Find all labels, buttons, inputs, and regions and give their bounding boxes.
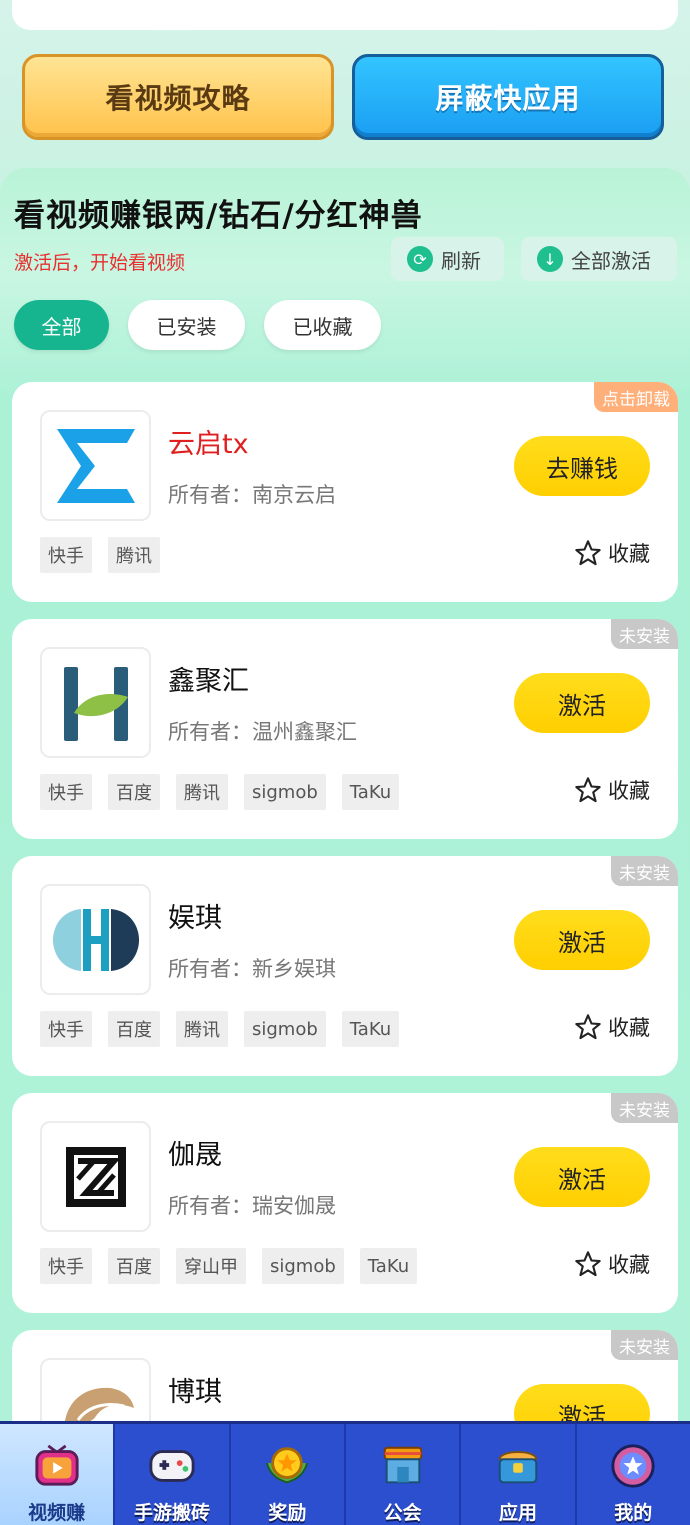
block-quick-app-button[interactable]: 屏蔽快应用 bbox=[352, 54, 664, 140]
section-title: 看视频赚银两/钻石/分红神兽 bbox=[14, 198, 423, 234]
star-icon bbox=[575, 1014, 601, 1040]
not-installed-badge: 未安装 bbox=[611, 619, 678, 649]
sdk-tag: TaKu bbox=[359, 1248, 418, 1284]
uninstall-badge[interactable]: 点击卸载 bbox=[594, 382, 678, 412]
trophy-star-icon bbox=[266, 1447, 309, 1484]
favorite-label: 收藏 bbox=[608, 1253, 650, 1277]
sdk-tag: TaKu bbox=[341, 774, 400, 810]
app-logo bbox=[40, 410, 151, 521]
sdk-tag: 百度 bbox=[108, 774, 160, 810]
favorite-label: 收藏 bbox=[608, 542, 650, 566]
app-owner: 所有者：新乡娱琪 bbox=[168, 957, 336, 981]
app-logo bbox=[40, 1121, 151, 1232]
nav-label: 奖励 bbox=[268, 1502, 307, 1524]
yuqi-logo-icon bbox=[52, 908, 139, 971]
app-card: 点击卸载 云启tx 所有者：南京云启 去赚钱 快手 腾讯 收藏 bbox=[12, 382, 678, 602]
nav-video-earn[interactable]: 视频赚 bbox=[0, 1424, 116, 1525]
app-name: 娱琪 bbox=[168, 903, 222, 934]
shop-icon bbox=[383, 1446, 422, 1484]
sdk-tag: sigmob bbox=[262, 1248, 344, 1284]
sdk-tag: 腾讯 bbox=[108, 537, 160, 573]
star-icon bbox=[575, 1251, 601, 1277]
refresh-button[interactable]: ⟳ 刷新 bbox=[391, 237, 504, 281]
bottom-nav: 视频赚 手游搬砖 奖励 公会 应用 我的 bbox=[0, 1421, 690, 1525]
activate-button[interactable]: 激活 bbox=[514, 1147, 650, 1207]
app-logo bbox=[40, 884, 151, 995]
gamepad-icon bbox=[149, 1450, 195, 1482]
yunqi-logo-icon bbox=[56, 428, 135, 503]
sdk-tag: 百度 bbox=[108, 1248, 160, 1284]
refresh-icon: ⟳ bbox=[407, 246, 433, 272]
download-icon: ↓ bbox=[537, 246, 563, 272]
favorite-button[interactable]: 收藏 bbox=[574, 1249, 650, 1279]
not-installed-badge: 未安装 bbox=[611, 1093, 678, 1123]
nav-mobile-games[interactable]: 手游搬砖 bbox=[115, 1424, 231, 1525]
sdk-tag: sigmob bbox=[244, 774, 326, 810]
sdk-tag: 腾讯 bbox=[176, 1011, 228, 1047]
favorite-button[interactable]: 收藏 bbox=[574, 775, 650, 805]
nav-label: 视频赚 bbox=[28, 1502, 86, 1524]
xinjuhui-logo-icon bbox=[63, 666, 128, 741]
tv-icon bbox=[35, 1444, 79, 1486]
section-subtitle: 激活后，开始看视频 bbox=[14, 252, 186, 274]
app-name: 鑫聚汇 bbox=[168, 666, 249, 697]
profile-badge-icon bbox=[611, 1444, 655, 1488]
nav-rewards[interactable]: 奖励 bbox=[231, 1424, 346, 1525]
top-card bbox=[12, 0, 678, 30]
nav-profile[interactable]: 我的 bbox=[577, 1424, 690, 1525]
activate-all-label: 全部激活 bbox=[571, 248, 651, 273]
not-installed-badge: 未安装 bbox=[611, 1330, 678, 1360]
app-owner: 所有者：瑞安伽晟 bbox=[168, 1194, 336, 1218]
filter-tab-favorited[interactable]: 已收藏 bbox=[264, 300, 381, 350]
sdk-tag: 穿山甲 bbox=[176, 1248, 246, 1284]
filter-tab-all[interactable]: 全部 bbox=[14, 300, 109, 350]
nav-label: 应用 bbox=[498, 1502, 537, 1524]
nav-label: 公会 bbox=[383, 1502, 422, 1524]
favorite-button[interactable]: 收藏 bbox=[574, 538, 650, 568]
app-name: 博琪 bbox=[168, 1377, 222, 1408]
sdk-tag: 快手 bbox=[40, 1248, 92, 1284]
refresh-label: 刷新 bbox=[441, 248, 481, 273]
nav-label: 手游搬砖 bbox=[133, 1502, 210, 1524]
star-icon bbox=[575, 540, 601, 566]
app-name: 云启tx bbox=[168, 429, 249, 460]
favorite-button[interactable]: 收藏 bbox=[574, 1012, 650, 1042]
not-installed-badge: 未安装 bbox=[611, 856, 678, 886]
activate-button[interactable]: 激活 bbox=[514, 673, 650, 733]
filter-tab-installed[interactable]: 已安装 bbox=[128, 300, 245, 350]
favorite-label: 收藏 bbox=[608, 1016, 650, 1040]
app-card: 未安装 鑫聚汇 所有者：温州鑫聚汇 激活 快手 百度 腾讯 sigmob TaK… bbox=[12, 619, 678, 839]
nav-label: 我的 bbox=[614, 1502, 653, 1524]
sdk-tag: 快手 bbox=[40, 1011, 92, 1047]
favorite-label: 收藏 bbox=[608, 779, 650, 803]
sdk-tag: TaKu bbox=[341, 1011, 400, 1047]
star-icon bbox=[575, 777, 601, 803]
video-guide-button[interactable]: 看视频攻略 bbox=[22, 54, 334, 140]
treasure-chest-icon bbox=[498, 1451, 538, 1484]
activate-button[interactable]: 激活 bbox=[514, 910, 650, 970]
nav-apps[interactable]: 应用 bbox=[461, 1424, 577, 1525]
jiasheng-logo-icon bbox=[65, 1146, 126, 1207]
sdk-tag: 百度 bbox=[108, 1011, 160, 1047]
app-card: 未安装 娱琪 所有者：新乡娱琪 激活 快手 百度 腾讯 sigmob TaKu … bbox=[12, 856, 678, 1076]
nav-guild[interactable]: 公会 bbox=[346, 1424, 462, 1525]
app-owner: 所有者：温州鑫聚汇 bbox=[168, 720, 357, 744]
sdk-tag: 快手 bbox=[40, 774, 92, 810]
app-logo bbox=[40, 647, 151, 758]
sdk-tag: sigmob bbox=[244, 1011, 326, 1047]
sdk-tag: 快手 bbox=[40, 537, 92, 573]
activate-all-button[interactable]: ↓ 全部激活 bbox=[521, 237, 677, 281]
app-name: 伽晟 bbox=[168, 1140, 222, 1171]
app-card: 未安装 伽晟 所有者：瑞安伽晟 激活 快手 百度 穿山甲 sigmob TaKu… bbox=[12, 1093, 678, 1313]
sdk-tag: 腾讯 bbox=[176, 774, 228, 810]
app-owner: 所有者：南京云启 bbox=[168, 483, 336, 507]
earn-money-button[interactable]: 去赚钱 bbox=[514, 436, 650, 496]
